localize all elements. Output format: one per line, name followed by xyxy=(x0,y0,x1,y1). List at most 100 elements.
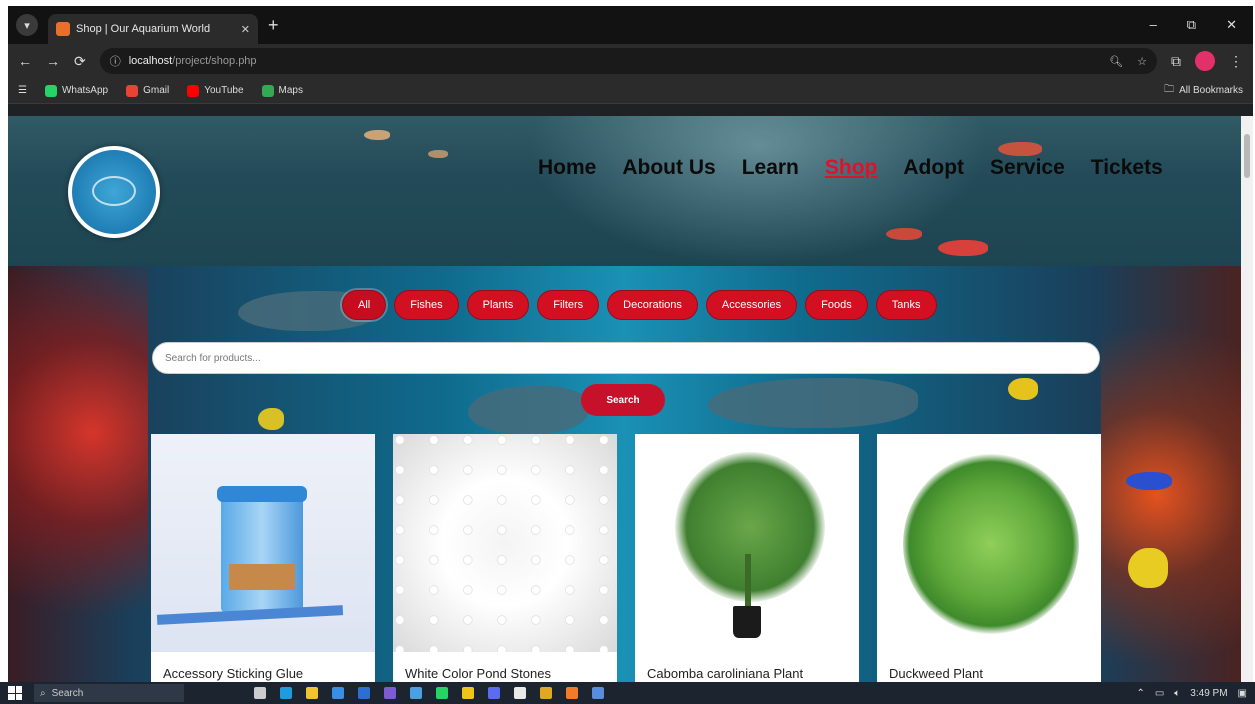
fish-decoration xyxy=(364,130,390,140)
tab-title: Shop | Our Aquarium World xyxy=(76,23,211,35)
category-fishes[interactable]: Fishes xyxy=(394,290,459,320)
file-explorer-icon[interactable] xyxy=(306,687,318,699)
zoom-icon[interactable]: 🔍︎ xyxy=(1109,55,1123,68)
app-icon[interactable] xyxy=(592,687,604,699)
search-icon: ⌕ xyxy=(40,687,46,699)
app-icon[interactable] xyxy=(410,687,422,699)
bookmark-maps[interactable]: Maps xyxy=(261,84,303,97)
youtube-icon xyxy=(187,84,200,97)
apps-icon[interactable]: ☰ xyxy=(18,85,27,96)
screen: ▾ Shop | Our Aquarium World ✕ + – ⧉ ✕ ← … xyxy=(0,0,1255,704)
mail-icon[interactable] xyxy=(358,687,370,699)
minimize-button[interactable]: – xyxy=(1150,17,1157,33)
page-scrollbar[interactable] xyxy=(1241,116,1253,682)
whatsapp-icon[interactable] xyxy=(436,687,448,699)
bookmark-youtube[interactable]: YouTube xyxy=(187,84,244,97)
window-controls: – ⧉ ✕ xyxy=(1150,17,1253,33)
edge-icon[interactable] xyxy=(280,687,292,699)
browser-window: ▾ Shop | Our Aquarium World ✕ + – ⧉ ✕ ← … xyxy=(8,6,1253,682)
category-all[interactable]: All xyxy=(342,290,387,320)
product-card[interactable]: Cabomba caroliniana Plant xyxy=(635,434,859,682)
extensions-icon[interactable]: ⧉ xyxy=(1171,53,1181,70)
app-icon[interactable] xyxy=(540,687,552,699)
page-viewport: Home About Us Learn Shop Adopt Service T… xyxy=(8,116,1241,682)
product-name: Duckweed Plant xyxy=(889,666,983,681)
nav-service[interactable]: Service xyxy=(990,156,1065,180)
volume-icon[interactable]: 🔈︎ xyxy=(1174,688,1180,699)
product-card[interactable]: White Color Pond Stones xyxy=(393,434,617,682)
site-logo[interactable] xyxy=(68,146,160,238)
white-stones-image xyxy=(393,434,617,652)
search-button[interactable]: Search xyxy=(581,384,665,416)
bookmark-whatsapp[interactable]: WhatsApp xyxy=(44,84,109,97)
close-tab-icon[interactable]: ✕ xyxy=(241,23,250,36)
app-icon[interactable] xyxy=(566,687,578,699)
bookmark-gmail[interactable]: Gmail xyxy=(126,84,169,97)
menu-icon[interactable]: ⋮ xyxy=(1229,53,1243,70)
product-card[interactable]: Accessory Sticking Glue xyxy=(151,434,375,682)
product-name: Cabomba caroliniana Plant xyxy=(647,666,804,681)
category-tanks[interactable]: Tanks xyxy=(875,290,937,320)
header-overlay xyxy=(8,116,1241,266)
nav-home[interactable]: Home xyxy=(538,156,596,180)
all-bookmarks-label: All Bookmarks xyxy=(1179,85,1243,96)
category-filters[interactable]: Filters xyxy=(537,290,600,320)
folder-icon: 🗀 xyxy=(1164,84,1175,95)
fish-decoration xyxy=(1008,378,1038,400)
whatsapp-icon xyxy=(44,84,57,97)
taskbar-search[interactable]: ⌕ Search xyxy=(34,684,184,702)
fish-decoration xyxy=(998,142,1042,156)
nav-tickets[interactable]: Tickets xyxy=(1091,156,1163,180)
bookmark-star-icon[interactable]: ☆ xyxy=(1137,55,1147,68)
dolphin-decoration xyxy=(708,378,918,428)
address-bar[interactable]: ⓘ localhost /project/shop.php 🔍︎ ☆ xyxy=(99,48,1157,74)
reload-icon[interactable]: ⟳ xyxy=(74,53,86,70)
maximize-button[interactable]: ⧉ xyxy=(1187,17,1196,33)
fish-decoration xyxy=(1126,472,1172,490)
category-accessories[interactable]: Accessories xyxy=(705,290,798,320)
windows-start-icon[interactable] xyxy=(8,686,22,700)
category-filter: All Fishes Plants Filters Decorations Ac… xyxy=(342,290,937,320)
leafy-plant-image xyxy=(877,434,1101,652)
nav-about-us[interactable]: About Us xyxy=(622,156,715,180)
dolphin-decoration xyxy=(468,386,588,434)
app-icon[interactable] xyxy=(462,687,474,699)
task-view-icon[interactable] xyxy=(254,687,266,699)
category-plants[interactable]: Plants xyxy=(466,290,530,320)
all-bookmarks[interactable]: 🗀 All Bookmarks xyxy=(1164,82,1243,99)
product-card[interactable]: Duckweed Plant xyxy=(877,434,1101,682)
back-icon[interactable]: ← xyxy=(18,53,32,69)
bookmark-label: Maps xyxy=(278,85,303,96)
fish-decoration xyxy=(428,150,448,158)
clock[interactable]: 3:49 PM xyxy=(1190,688,1227,699)
app-icon[interactable] xyxy=(488,687,500,699)
scrollbar-thumb[interactable] xyxy=(1244,134,1250,178)
notification-icon[interactable]: ▣ xyxy=(1238,688,1247,699)
url-host: localhost xyxy=(128,55,173,67)
bookmark-label: WhatsApp xyxy=(61,85,109,96)
search-input[interactable] xyxy=(152,342,1100,374)
profile-avatar[interactable] xyxy=(1195,51,1215,71)
product-name: White Color Pond Stones xyxy=(405,666,551,681)
category-foods[interactable]: Foods xyxy=(805,290,868,320)
chevron-up-icon[interactable]: ⌃ xyxy=(1136,688,1144,699)
nav-shop[interactable]: Shop xyxy=(825,156,878,180)
nav-learn[interactable]: Learn xyxy=(742,156,799,180)
tab-search-icon[interactable]: ▾ xyxy=(16,14,38,36)
forward-icon[interactable]: → xyxy=(46,53,60,69)
potted-plant-image xyxy=(635,434,859,652)
fish-decoration xyxy=(938,240,988,256)
browser-toolbar: ← → ⟳ ⓘ localhost /project/shop.php 🔍︎ ☆… xyxy=(8,44,1253,78)
network-icon[interactable]: ▭ xyxy=(1155,688,1164,699)
site-info-icon[interactable]: ⓘ xyxy=(110,53,121,69)
nav-adopt[interactable]: Adopt xyxy=(903,156,964,180)
chrome-icon[interactable] xyxy=(514,687,526,699)
close-window-button[interactable]: ✕ xyxy=(1226,17,1237,33)
glue-jar-image xyxy=(151,434,375,652)
category-decorations[interactable]: Decorations xyxy=(607,290,698,320)
app-icon[interactable] xyxy=(384,687,396,699)
browser-tab[interactable]: Shop | Our Aquarium World ✕ xyxy=(48,14,258,44)
store-icon[interactable] xyxy=(332,687,344,699)
system-tray: ⌃ ▭ 🔈︎ 3:49 PM ▣ xyxy=(1136,688,1247,699)
new-tab-button[interactable]: + xyxy=(268,15,279,36)
